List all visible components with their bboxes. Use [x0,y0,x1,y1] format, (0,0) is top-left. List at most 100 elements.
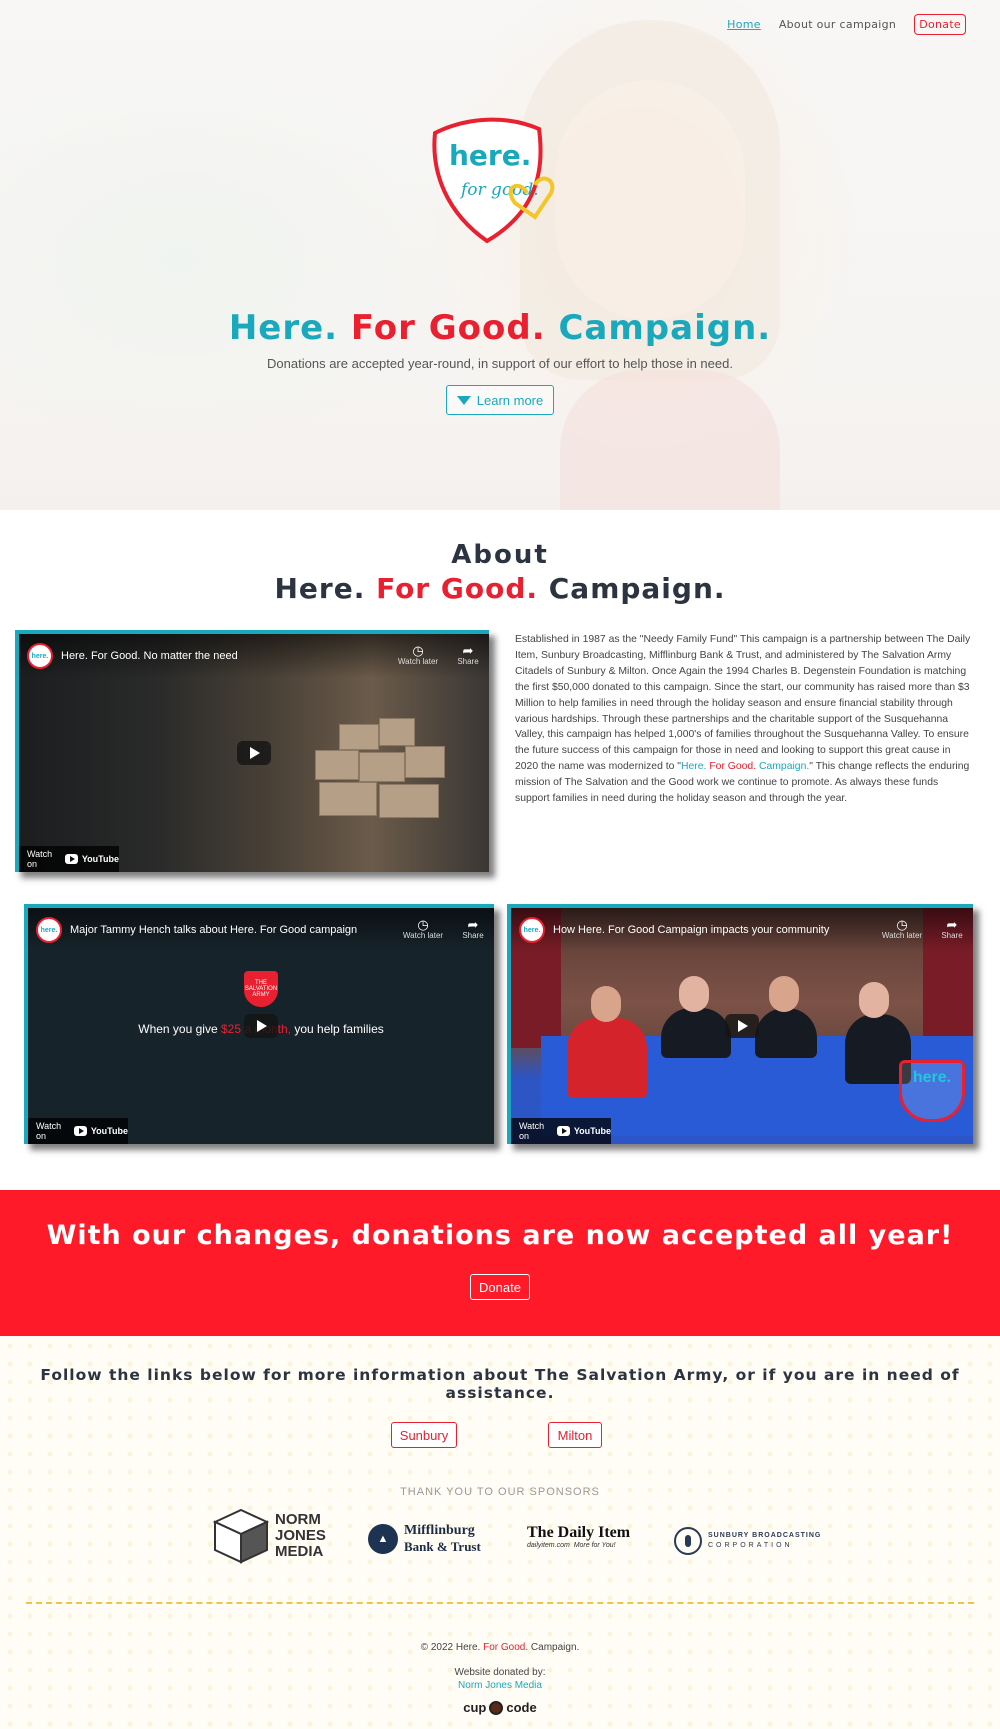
hero-title-campaign: Campaign. [558,308,772,348]
overlay-text-part2: you help families [291,1022,384,1036]
nav-donate-button[interactable]: Donate [914,14,966,35]
play-button[interactable] [725,1014,759,1038]
video-1-title[interactable]: Here. For Good. No matter the need [61,650,389,662]
coffee-cup-icon [489,1700,504,1715]
sponsor-norm-jones-media[interactable]: NORM JONES MEDIA [213,1508,326,1564]
about-heading-here: Here. [274,572,366,605]
person-3-head [769,976,799,1012]
norm-jones-line2: JONES [275,1527,326,1544]
banner-heading: With our changes, donations are now acce… [46,1220,954,1251]
about-heading-line2: Here. For Good. Campaign. [0,572,1000,605]
watch-later-label: Watch later [881,931,923,940]
about-text-part1: Established in 1987 as the "Needy Family… [515,634,971,773]
sunbury-line2: CORPORATION [708,1542,793,1549]
hero-subtitle: Donations are accepted year-round, in su… [267,356,733,371]
channel-avatar[interactable]: here. [519,917,545,943]
clock-icon: ◷ [412,643,424,658]
copyright-part1: © 2022 Here. [420,1642,481,1653]
banner-donate-button[interactable]: Donate [470,1274,530,1300]
sunbury-line1: SUNBURY BROADCASTING [708,1532,822,1539]
nav-home-link[interactable]: Home [727,18,761,31]
cup-of-code-logo[interactable]: cup code [0,1700,1000,1715]
norm-jones-line1: NORM [275,1511,321,1528]
share-button[interactable]: ➦ Share [931,917,973,941]
watch-on-youtube-button[interactable]: Watch on YouTube [19,846,119,872]
video-player-1[interactable]: here. Here. For Good. No matter the need… [15,630,489,872]
channel-avatar[interactable]: here. [27,643,53,669]
hero-section [0,0,1000,510]
page: Home About our campaign Donate here. for… [0,0,1000,1729]
nav-about-link[interactable]: About our campaign [779,18,896,31]
cup-text: cup [463,1700,487,1715]
video-1-header: here. Here. For Good. No matter the need… [19,634,489,678]
about-link-campaign[interactable]: Campaign. [759,761,809,772]
hero-photo-shirt [560,370,780,510]
copyright-campaign: Campaign. [530,1642,580,1653]
norm-jones-line3: MEDIA [275,1543,324,1560]
youtube-label: YouTube [81,854,119,864]
watch-on-youtube-button[interactable]: Watch on YouTube [28,1118,128,1144]
share-button[interactable]: ➦ Share [452,917,494,941]
watch-on-youtube-button[interactable]: Watch on YouTube [511,1118,611,1144]
mifflinburg-wordmark: Mifflinburg Bank & Trust [404,1523,481,1555]
sponsor-mifflinburg-bank[interactable]: ▲ Mifflinburg Bank & Trust [368,1523,481,1555]
about-link-here[interactable]: Here. [681,761,706,772]
mifflinburg-line2: Bank & Trust [404,1539,481,1554]
video-3-title[interactable]: How Here. For Good Campaign impacts your… [553,924,873,936]
share-icon: ➦ [946,917,958,932]
norm-jones-media-link[interactable]: Norm Jones Media [0,1680,1000,1691]
daily-item-tag: More for You! [573,1542,616,1549]
watch-later-button[interactable]: ◷ Watch later [881,917,923,941]
sunbury-button[interactable]: Sunbury [391,1422,457,1448]
learn-more-label: Learn more [476,392,544,408]
channel-avatar[interactable]: here. [36,917,62,943]
share-label: Share [457,657,479,666]
copyright: © 2022 Here. For Good. Campaign. [0,1642,1000,1653]
watch-later-button[interactable]: ◷ Watch later [402,917,444,941]
here-for-good-logo: here. for good. [432,117,555,244]
mifflinburg-line1: Mifflinburg [404,1523,475,1538]
person-1 [567,1018,647,1098]
norm-jones-wordmark: NORM JONES MEDIA [275,1512,326,1560]
person-4-head [859,982,889,1018]
mifflinburg-mountain-icon: ▲ [368,1524,398,1554]
salvation-army-shield-icon: THE SALVATION ARMY [244,971,278,1007]
share-icon: ➦ [462,643,474,658]
hero-title-here: Here. [228,308,339,348]
video-player-2[interactable]: here. Major Tammy Hench talks about Here… [24,904,494,1144]
overlay-text-part1: When you give [138,1022,221,1036]
here-for-good-video-logo: here. [899,1060,965,1122]
hero-photo-face [555,80,745,320]
learn-more-button[interactable]: Learn more [446,385,554,415]
about-link-for-good[interactable]: For Good. [709,761,756,772]
logo-here-text: here. [449,139,531,172]
top-nav: Home About our campaign Donate [727,14,966,35]
code-text: code [506,1700,537,1715]
share-icon: ➦ [467,917,479,932]
video-player-3[interactable]: here. How Here. For Good Campaign impact… [507,904,973,1144]
about-heading-for-good: For Good. [376,572,538,605]
youtube-icon [65,854,78,864]
person-1-head [591,986,621,1022]
triangle-down-icon [456,395,471,405]
sponsor-sunbury-broadcasting[interactable]: SUNBURY BROADCASTING CORPORATION [674,1527,821,1555]
links-heading: Follow the links below for more informat… [40,1366,960,1402]
share-button[interactable]: ➦ Share [447,643,489,667]
clock-icon: ◷ [417,917,429,932]
play-button[interactable] [244,1014,278,1038]
watch-later-label: Watch later [402,931,444,940]
clock-icon: ◷ [896,917,908,932]
about-description: Established in 1987 as the "Needy Family… [515,632,975,807]
watch-on-label: Watch on [27,849,53,869]
video-2-title[interactable]: Major Tammy Hench talks about Here. For … [70,924,394,936]
share-label: Share [941,931,963,940]
daily-item-tagline: dailyitem.com More for You! [527,1542,616,1549]
watch-on-label: Watch on [519,1121,545,1141]
watch-later-button[interactable]: ◷ Watch later [397,643,439,667]
play-button[interactable] [237,741,271,765]
hero-title: Here. For Good. Campaign. [0,308,1000,348]
milton-button[interactable]: Milton [548,1422,602,1448]
sponsor-daily-item[interactable]: The Daily Item dailyitem.com More for Yo… [527,1524,630,1549]
sponsors-heading: THANK YOU TO OUR SPONSORS [400,1486,600,1498]
youtube-icon [74,1126,87,1136]
